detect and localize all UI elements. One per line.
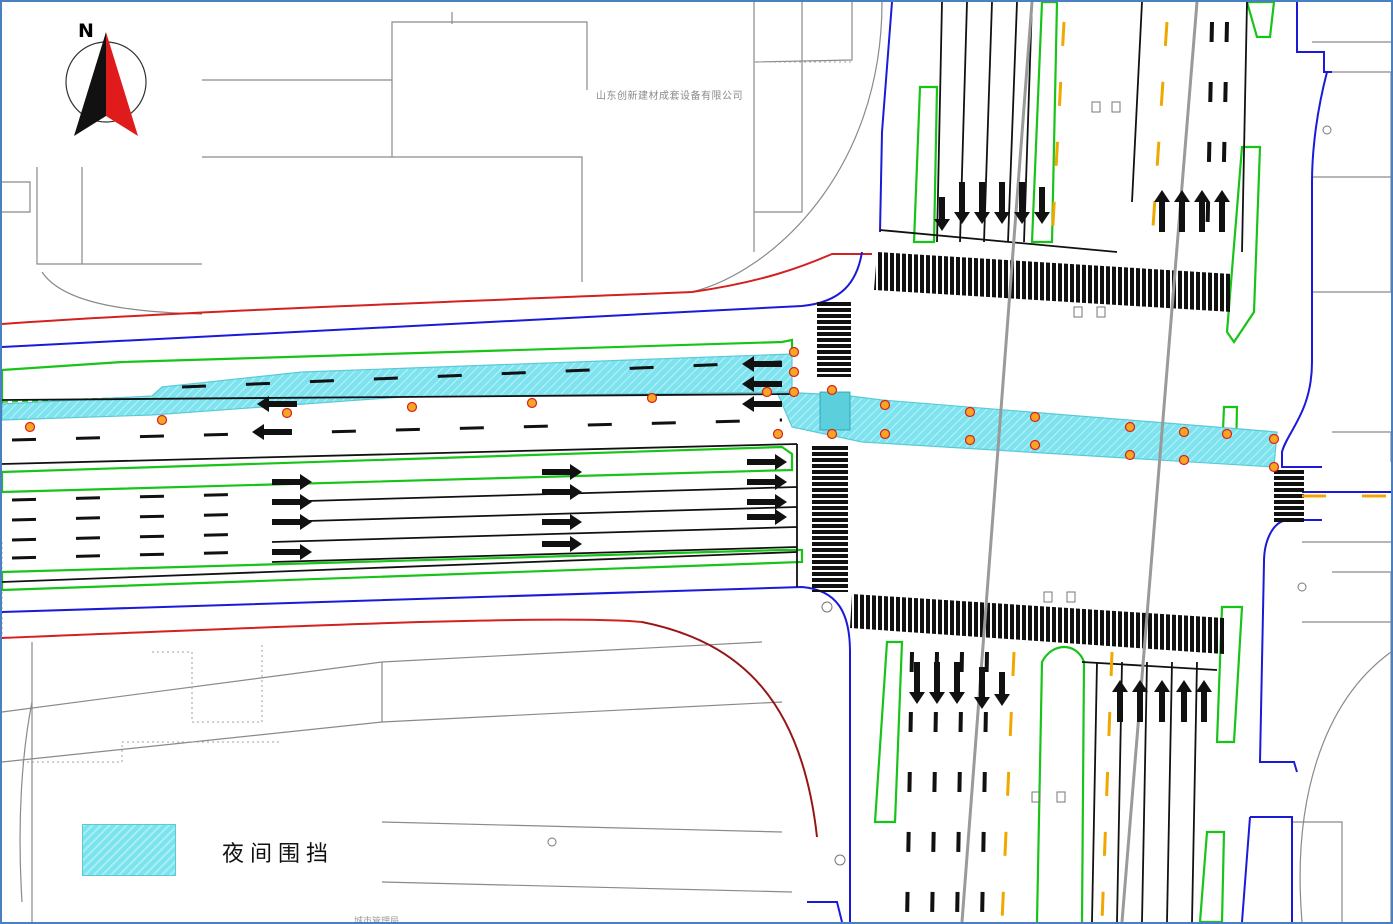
lane-lines [2,393,798,587]
north-arrow-right-half [106,32,138,136]
map-legend: 夜间围挡 [82,824,402,876]
legend-label-night-barrier: 夜间围挡 [222,842,335,867]
tram-rails [960,2,1199,922]
green-medians [2,2,1276,922]
company-label: 山东创新建材成套设备有限公司 [596,91,743,102]
north-arrow-icon [65,32,147,136]
north-arrow-left-half [74,32,106,136]
north-label: N [78,20,94,42]
bottom-street-label: ……城市管理局…… [336,917,418,924]
map-frame: N 山东创新建材成套设备有限公司 ……城市管理局…… 夜间围挡 [0,0,1393,924]
night-barrier-zones [2,353,1278,468]
road-construction-map [2,2,1391,922]
legend-swatch-night-barrier [82,824,176,876]
centerline [1000,21,1391,922]
property-lines [2,253,872,838]
